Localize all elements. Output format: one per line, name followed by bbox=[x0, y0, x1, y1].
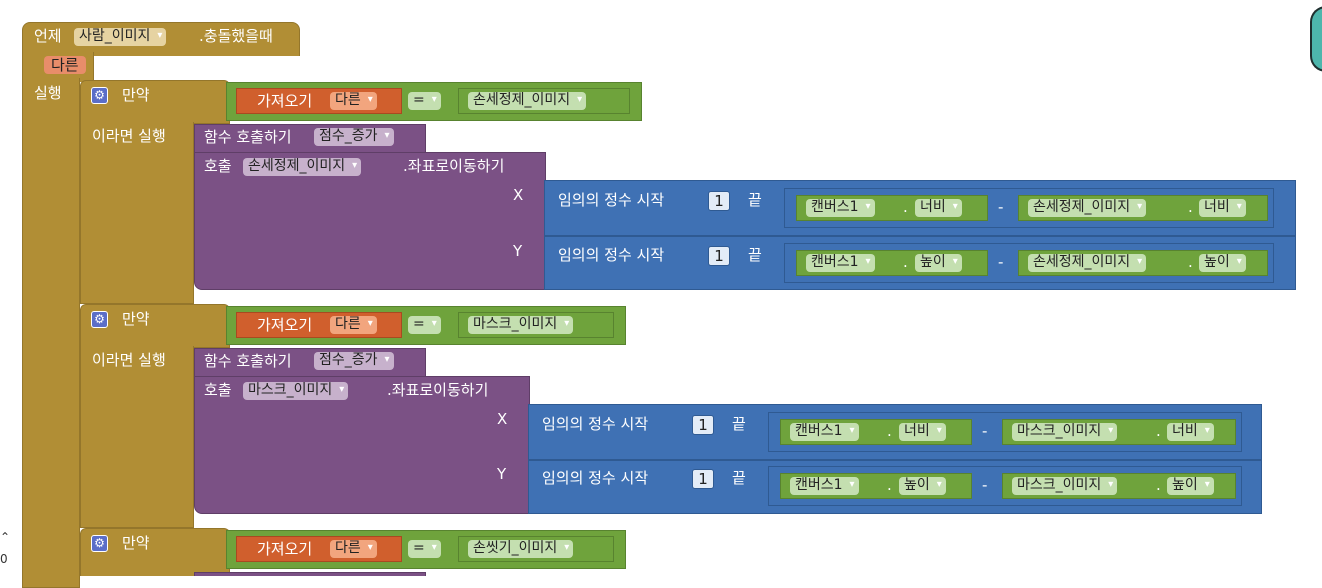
random-from-x1[interactable]: 1 bbox=[708, 191, 730, 211]
width-dropdown-x2a[interactable]: 너비 bbox=[899, 423, 946, 441]
minus-label-x2: - bbox=[982, 422, 988, 440]
minus-label-y2: - bbox=[982, 476, 988, 494]
score-func-dropdown-2[interactable]: 점수_증가 bbox=[314, 352, 394, 370]
component-dropdown-3[interactable]: 손씻기_이미지 bbox=[468, 540, 574, 558]
random-from-x2[interactable]: 1 bbox=[692, 415, 714, 435]
random-from-y1[interactable]: 1 bbox=[708, 246, 730, 266]
target-dropdown-x1[interactable]: 손세정제_이미지 bbox=[1028, 199, 1147, 217]
event-component-dropdown[interactable]: 사람_이미지 bbox=[74, 28, 167, 46]
random-label-x2: 임의의 정수 시작 bbox=[542, 415, 649, 433]
get-var-dropdown-2[interactable]: 다른 bbox=[330, 316, 377, 334]
dot-y1b: . bbox=[1188, 253, 1193, 271]
dot-x2a: . bbox=[887, 422, 892, 440]
component-dropdown-2[interactable]: 마스크_이미지 bbox=[468, 316, 574, 334]
canvas-dropdown-x1[interactable]: 캔버스1 bbox=[806, 199, 875, 217]
height-dropdown-y2b[interactable]: 높이 bbox=[1167, 477, 1214, 495]
if-label-2: 만약 bbox=[122, 310, 150, 328]
target-dropdown-y1[interactable]: 손세정제_이미지 bbox=[1028, 254, 1147, 272]
height-dropdown-y1a[interactable]: 높이 bbox=[915, 254, 962, 272]
width-dropdown-x1b[interactable]: 너비 bbox=[1199, 199, 1246, 217]
get-var-dropdown-1[interactable]: 다른 bbox=[330, 92, 377, 110]
gear-icon[interactable]: ⚙ bbox=[91, 87, 108, 104]
if-block-2-spine bbox=[80, 346, 194, 528]
gear-icon[interactable]: ⚙ bbox=[91, 311, 108, 328]
random-label-y1: 임의의 정수 시작 bbox=[558, 246, 665, 264]
dot-x2b: . bbox=[1156, 422, 1161, 440]
end-label-x1: 끝 bbox=[748, 191, 762, 209]
call-func-label-1: 함수 호출하기 bbox=[204, 128, 292, 146]
canvas-dropdown-y1[interactable]: 캔버스1 bbox=[806, 254, 875, 272]
call-score-block-3[interactable] bbox=[194, 572, 426, 576]
then-label-2: 이라면 실행 bbox=[92, 351, 166, 369]
width-dropdown-x2b[interactable]: 너비 bbox=[1167, 423, 1214, 441]
x-label-1: X bbox=[513, 186, 524, 204]
get-var-dropdown-3[interactable]: 다른 bbox=[330, 540, 377, 558]
move-method-label-2: .좌표로이동하기 bbox=[387, 381, 489, 399]
if-block-1-spine bbox=[80, 122, 194, 304]
random-from-y2[interactable]: 1 bbox=[692, 469, 714, 489]
dot-y2b: . bbox=[1156, 476, 1161, 494]
end-label-x2: 끝 bbox=[732, 415, 746, 433]
random-label-y2: 임의의 정수 시작 bbox=[542, 469, 649, 487]
then-label-1: 이라면 실행 bbox=[92, 127, 166, 145]
if-label-3: 만약 bbox=[122, 534, 150, 552]
call-label-1: 호출 bbox=[204, 157, 232, 175]
eq-op-dropdown-2[interactable]: = bbox=[408, 316, 441, 334]
move-component-dropdown-2[interactable]: 마스크_이미지 bbox=[243, 382, 349, 400]
width-dropdown-x1a[interactable]: 너비 bbox=[915, 199, 962, 217]
eq-op-dropdown-3[interactable]: = bbox=[408, 540, 441, 558]
event-param-other[interactable]: 다른 bbox=[44, 56, 86, 74]
trash-can-edge[interactable] bbox=[1310, 6, 1322, 72]
canvas-dropdown-y2[interactable]: 캔버스1 bbox=[790, 477, 859, 495]
event-when-label: 언제 bbox=[34, 27, 62, 45]
call-func-label-2: 함수 호출하기 bbox=[204, 352, 292, 370]
dot-x1a: . bbox=[903, 198, 908, 216]
target-dropdown-y2[interactable]: 마스크_이미지 bbox=[1012, 477, 1118, 495]
move-component-dropdown-1[interactable]: 손세정제_이미지 bbox=[243, 158, 362, 176]
y-label-2: Y bbox=[497, 465, 507, 483]
minus-label-y1: - bbox=[998, 253, 1004, 271]
scroll-up-icon[interactable]: ⌃ bbox=[0, 530, 10, 544]
score-func-dropdown-1[interactable]: 점수_증가 bbox=[314, 128, 394, 146]
get-label-3: 가져오기 bbox=[257, 540, 313, 558]
target-dropdown-x2[interactable]: 마스크_이미지 bbox=[1012, 423, 1118, 441]
event-do-label: 실행 bbox=[34, 84, 62, 102]
dot-y2a: . bbox=[887, 476, 892, 494]
if-label-1: 만약 bbox=[122, 86, 150, 104]
end-label-y2: 끝 bbox=[732, 469, 746, 487]
end-label-y1: 끝 bbox=[748, 246, 762, 264]
event-name-label: .충돌했을때 bbox=[199, 27, 273, 45]
height-dropdown-y1b[interactable]: 높이 bbox=[1199, 254, 1246, 272]
x-label-2: X bbox=[497, 410, 508, 428]
random-label-x1: 임의의 정수 시작 bbox=[558, 191, 665, 209]
get-label-1: 가져오기 bbox=[257, 92, 313, 110]
event-body-spine bbox=[22, 78, 80, 588]
dot-x1b: . bbox=[1188, 198, 1193, 216]
height-dropdown-y2a[interactable]: 높이 bbox=[899, 477, 946, 495]
component-dropdown-1[interactable]: 손세정제_이미지 bbox=[468, 92, 587, 110]
call-label-2: 호출 bbox=[204, 381, 232, 399]
move-method-label-1: .좌표로이동하기 bbox=[403, 157, 505, 175]
minus-label-x1: - bbox=[998, 198, 1004, 216]
dot-y1a: . bbox=[903, 253, 908, 271]
eq-op-dropdown-1[interactable]: = bbox=[408, 92, 441, 110]
zoom-reset-label[interactable]: 0 bbox=[0, 552, 8, 566]
get-label-2: 가져오기 bbox=[257, 316, 313, 334]
canvas-dropdown-x2[interactable]: 캔버스1 bbox=[790, 423, 859, 441]
gear-icon[interactable]: ⚙ bbox=[91, 535, 108, 552]
y-label-1: Y bbox=[513, 242, 523, 260]
